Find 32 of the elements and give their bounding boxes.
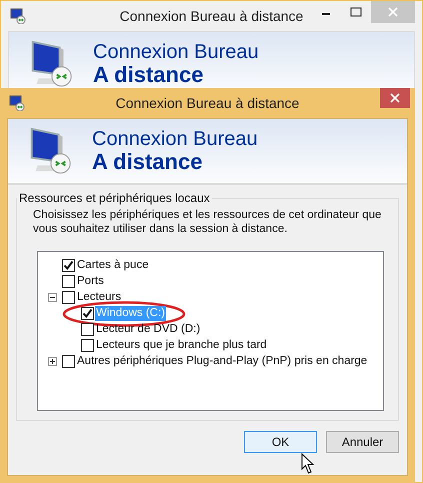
window-title: Connexion Bureau à distance xyxy=(120,8,304,24)
description-text: Choisissez les périphériques et les ressources de cet ordinateur que vous souhaitez utiliser dans la session à distance. xyxy=(33,209,382,237)
tree-item[interactable]: Lecteurs xyxy=(76,290,122,306)
checkbox[interactable] xyxy=(81,339,94,352)
checkbox[interactable] xyxy=(62,291,75,304)
window-title: Connexion Bureau à distance xyxy=(116,95,300,111)
maximize-icon xyxy=(350,7,362,17)
tree-item[interactable]: Lecteur de DVD (D:) xyxy=(95,322,202,338)
tree-item[interactable]: Lecteurs que je branche plus tard xyxy=(95,338,268,354)
monitor-icon xyxy=(10,8,26,24)
checkbox[interactable] xyxy=(62,259,75,272)
tree-item[interactable]: Autres périphériques Plug-and-Play (PnP) pris en charge xyxy=(76,354,368,370)
banner-subtitle: A distance xyxy=(92,150,204,174)
close-icon xyxy=(390,93,400,103)
checkbox[interactable] xyxy=(81,323,94,336)
checkbox[interactable] xyxy=(62,275,75,288)
expander-icon[interactable] xyxy=(48,357,56,366)
tree-item[interactable]: Ports xyxy=(76,274,105,290)
dialog-button[interactable]: OK xyxy=(244,431,317,453)
monitor-icon xyxy=(9,95,25,111)
banner-subtitle: A distance xyxy=(93,62,204,86)
banner-title: Connexion Bureau xyxy=(92,128,258,150)
cursor-icon xyxy=(301,453,315,475)
checkbox[interactable] xyxy=(62,355,75,368)
banner-title: Connexion Bureau xyxy=(93,42,259,63)
tree-item[interactable]: Cartes à puce xyxy=(76,258,150,274)
dialog-button[interactable]: Annuler xyxy=(326,431,399,453)
close-button[interactable] xyxy=(380,88,410,108)
checkbox[interactable] xyxy=(81,307,94,320)
close-icon xyxy=(388,7,398,17)
expander-icon[interactable] xyxy=(48,293,56,302)
group-label: Ressources et périphériques locaux xyxy=(18,191,211,205)
